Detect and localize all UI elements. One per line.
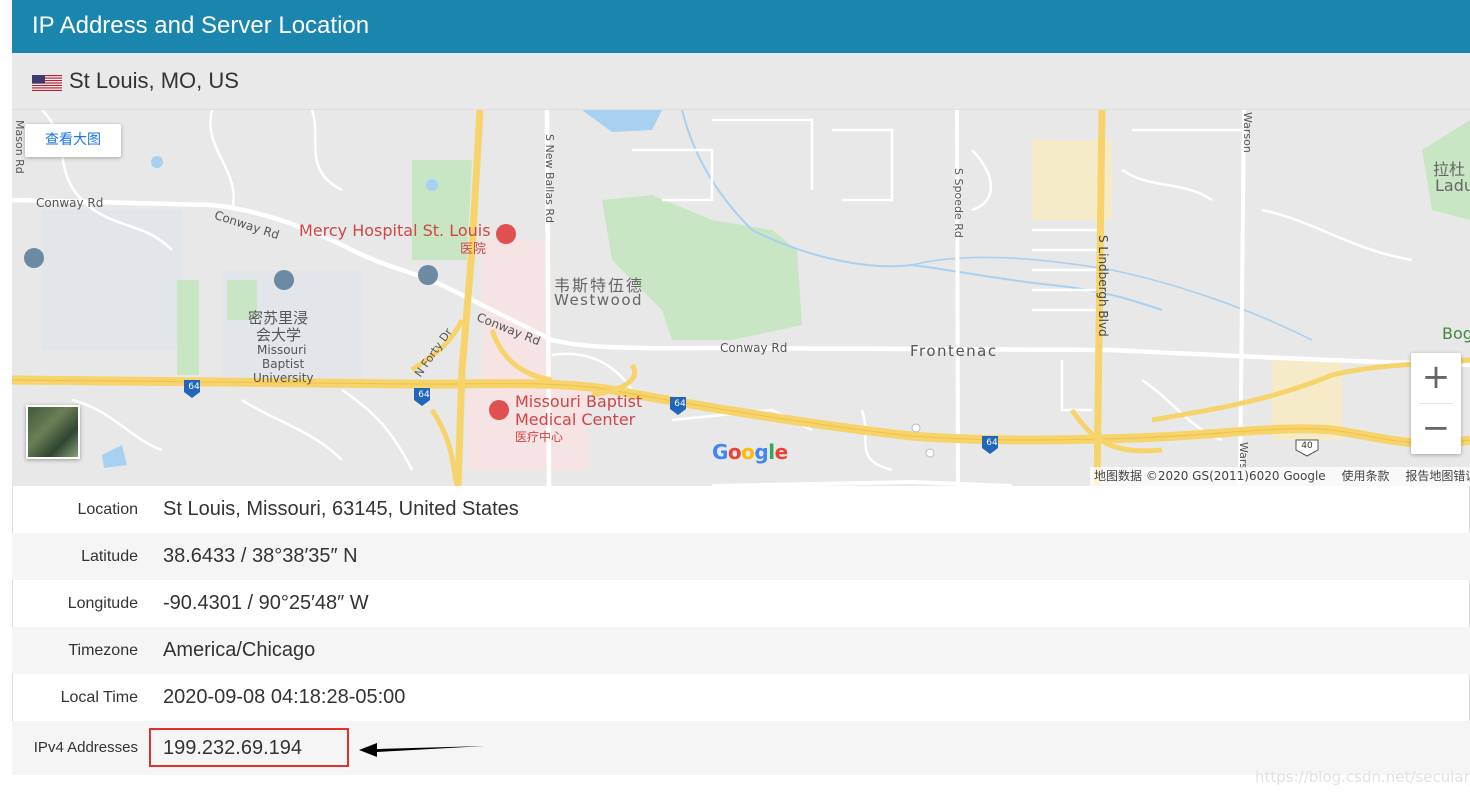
detail-label: IPv4 Addresses: [33, 739, 138, 756]
map-attribution: 地图数据 ©2020 GS(2011)6020 Google 使用条款 报告地图…: [1090, 467, 1470, 486]
detail-value: 38.6433 / 38°38′35″ N: [163, 545, 358, 567]
map-label-missouri-baptist-mc-2: Medical Center: [515, 410, 636, 429]
detail-value: -90.4301 / 90°25′48″ W: [163, 592, 369, 614]
zoom-in-button[interactable]: +: [1411, 353, 1461, 403]
google-logo[interactable]: Google: [712, 440, 788, 464]
location-bar: St Louis, MO, US: [12, 53, 1470, 110]
zoom-controls: + −: [1411, 353, 1461, 454]
map-label-frontenac: Frontenac: [910, 342, 998, 360]
watermark: https://blog.csdn.net/secular_: [1255, 768, 1470, 786]
location-details-table: Location St Louis, Missouri, 63145, Unit…: [12, 486, 1470, 775]
map-label-westwood: Westwood: [554, 291, 644, 309]
detail-value: 2020-09-08 04:18:28-05:00: [163, 686, 406, 708]
i64-shield-label: 64: [188, 382, 200, 392]
map-label-bog: Bog: [1442, 324, 1470, 343]
map-label-s-lindbergh-blvd: S Lindbergh Blvd: [1096, 235, 1110, 337]
map-label-ladue: Ladu: [1435, 176, 1470, 195]
detail-row-latitude: Latitude 38.6433 / 38°38′35″ N: [12, 533, 1470, 580]
detail-label: Local Time: [60, 689, 138, 706]
panel-header: IP Address and Server Location: [12, 0, 1470, 53]
detail-label: Location: [77, 501, 139, 518]
map-label-s-spoede-rd: S Spoede Rd: [952, 168, 965, 238]
detail-row-location: Location St Louis, Missouri, 63145, Unit…: [12, 486, 1470, 533]
detail-row-ipv4: IPv4 Addresses 199.232.69.194: [12, 721, 1470, 775]
detail-row-longitude: Longitude -90.4301 / 90°25′48″ W: [12, 580, 1470, 627]
satellite-toggle[interactable]: [26, 405, 80, 459]
i64-shield-label: 64: [986, 438, 998, 448]
view-larger-map-button[interactable]: 查看大图: [25, 124, 121, 157]
map-label-univ-2: Baptist: [262, 357, 305, 371]
terms-link[interactable]: 使用条款: [1342, 469, 1390, 483]
detail-label: Longitude: [67, 595, 138, 612]
map-label-conway-rd: Conway Rd: [36, 196, 104, 210]
us-flag-icon: [32, 75, 62, 91]
map-label-univ-cn-2: 会大学: [256, 326, 302, 344]
map-label-s-new-ballas-rd: S New Ballas Rd: [543, 134, 556, 223]
location-summary: St Louis, MO, US: [69, 68, 239, 93]
report-error-link[interactable]: 报告地图错误: [1405, 469, 1470, 483]
annotation-arrow-icon: [359, 743, 485, 757]
map-label-warson: Warson: [1241, 112, 1254, 153]
us40-shield-label: 40: [1301, 441, 1313, 451]
detail-row-local-time: Local Time 2020-09-08 04:18:28-05:00: [12, 674, 1470, 721]
detail-value: America/Chicago: [163, 639, 316, 661]
map-label-missouri-baptist-mc-cn: 医疗中心: [515, 430, 564, 444]
map-label-conway-rd: Conway Rd: [720, 341, 788, 355]
detail-row-timezone: Timezone America/Chicago: [12, 627, 1470, 674]
zoom-out-button[interactable]: −: [1411, 404, 1461, 454]
map-label-missouri-baptist-mc-1[interactable]: Missouri Baptist: [515, 392, 642, 411]
map-label-mercy-hospital-cn: 医院: [460, 242, 487, 257]
map-data-credit: 地图数据 ©2020 GS(2011)6020 Google: [1094, 469, 1326, 483]
map-canvas: [12, 110, 1470, 486]
i64-shield-label: 64: [418, 390, 430, 400]
detail-label: Latitude: [81, 548, 138, 565]
map-label-univ-3: University: [253, 371, 314, 385]
google-map[interactable]: Mason Rd Conway Rd Conway Rd Conway Rd C…: [12, 110, 1470, 486]
panel-title: IP Address and Server Location: [32, 12, 370, 39]
map-label-univ-1: Missouri: [257, 343, 307, 357]
detail-value: St Louis, Missouri, 63145, United States: [163, 498, 519, 520]
i64-shield-label: 64: [674, 399, 686, 409]
ipv4-address-value: 199.232.69.194: [163, 737, 303, 759]
detail-label: Timezone: [68, 642, 138, 659]
map-label-warson: Wars: [1237, 442, 1250, 470]
